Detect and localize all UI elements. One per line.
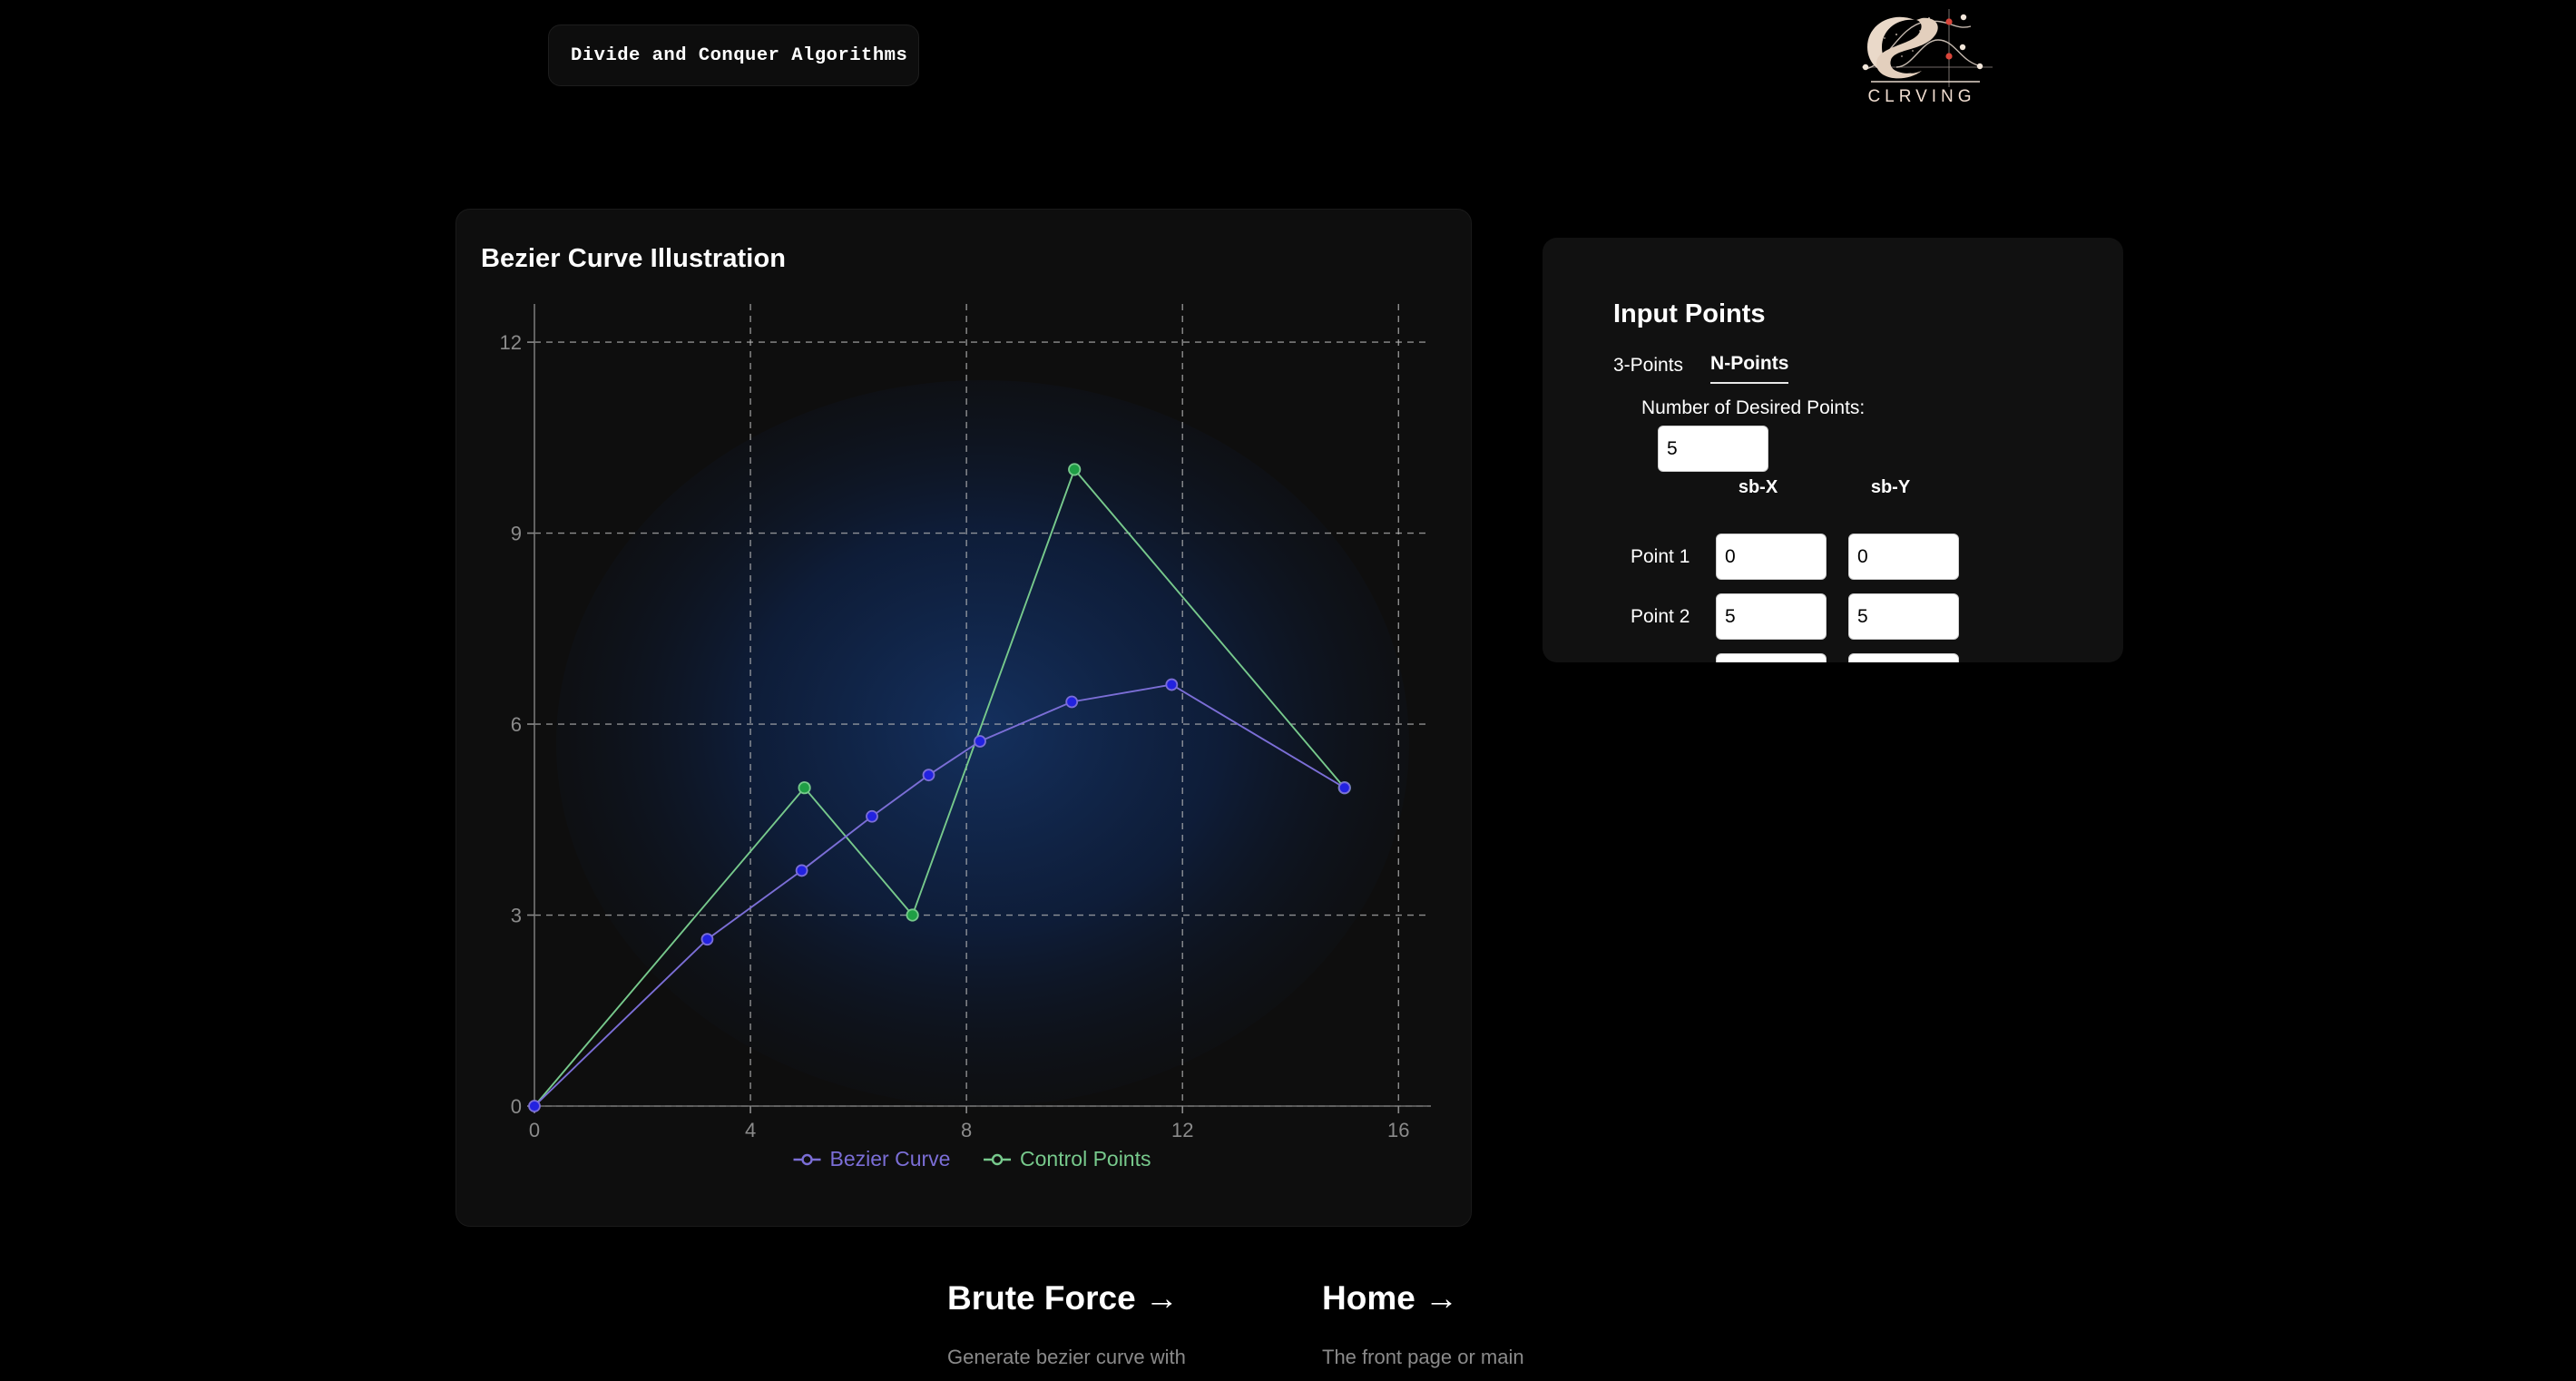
chart-svg: 0 3 6 9 12 0 4 8 12 16 Bezier Curve Control Points xyxy=(475,289,1455,1206)
svg-text:6: 6 xyxy=(511,713,522,736)
input-mode-tabs: 3-Points N-Points xyxy=(1613,353,1788,384)
tab-3-points[interactable]: 3-Points xyxy=(1613,355,1683,384)
point-1-y-input[interactable] xyxy=(1848,534,1959,580)
chart-card: Bezier Curve Illustration 0 3 6 9 12 0 4 8 12 16 … xyxy=(455,209,1472,1227)
footer-link-subtitle: Generate bezier curve with xyxy=(947,1346,1186,1369)
footer-link-title: Brute Force → xyxy=(947,1279,1186,1317)
point-3-y-input[interactable] xyxy=(1848,653,1959,662)
page-title-text: Divide and Conquer Algorithms xyxy=(571,45,907,66)
logo-wordmark: CLRVING xyxy=(1842,87,2002,107)
num-points-field-wrap xyxy=(1658,426,1768,472)
point-2-y-input[interactable] xyxy=(1848,593,1959,640)
footer-link-brute-force[interactable]: Brute Force → Generate bezier curve with xyxy=(947,1279,1186,1369)
point-y-wrap xyxy=(1848,534,1959,580)
point-x-wrap xyxy=(1716,534,1827,580)
point-row: Point 1 xyxy=(1543,534,2123,580)
svg-text:12: 12 xyxy=(1171,1119,1193,1141)
svg-text:Bezier Curve: Bezier Curve xyxy=(830,1147,951,1170)
brand-logo[interactable]: CLRVING xyxy=(1842,4,2002,118)
num-points-label: Number of Desired Points: xyxy=(1641,397,1865,419)
num-points-input[interactable] xyxy=(1658,426,1768,472)
point-3-x-input[interactable] xyxy=(1716,653,1827,662)
chart-title: Bezier Curve Illustration xyxy=(481,244,786,274)
page-title-badge: Divide and Conquer Algorithms xyxy=(548,24,919,86)
point-1-x-input[interactable] xyxy=(1716,534,1827,580)
svg-text:9: 9 xyxy=(511,523,522,545)
bezier-chart[interactable]: 0 3 6 9 12 0 4 8 12 16 Bezier Curve Control Points xyxy=(475,289,1455,1206)
input-panel-title: Input Points xyxy=(1613,299,1766,329)
column-header-x: sb-X xyxy=(1710,477,1806,498)
point-x-wrap xyxy=(1716,593,1827,640)
svg-text:0: 0 xyxy=(529,1119,540,1141)
point-y-wrap xyxy=(1848,593,1959,640)
svg-text:Control Points: Control Points xyxy=(1020,1147,1151,1170)
point-row: Point 3 xyxy=(1543,653,2123,662)
svg-text:12: 12 xyxy=(500,331,522,354)
page-root: Divide and Conquer Algorithms xyxy=(0,0,2576,1381)
footer-link-home[interactable]: Home → The front page or main xyxy=(1322,1279,1524,1369)
point-x-wrap xyxy=(1716,653,1827,662)
footer-link-title: Home → xyxy=(1322,1279,1524,1317)
point-label: Point 2 xyxy=(1631,593,1709,640)
logo-mark-icon xyxy=(1842,4,2002,94)
point-2-x-input[interactable] xyxy=(1716,593,1827,640)
point-label: Point 3 xyxy=(1631,653,1709,662)
svg-text:16: 16 xyxy=(1387,1119,1409,1141)
svg-text:0: 0 xyxy=(511,1095,522,1118)
point-label: Point 1 xyxy=(1631,534,1709,580)
point-y-wrap xyxy=(1848,653,1959,662)
column-header-y: sb-Y xyxy=(1843,477,1938,498)
svg-text:8: 8 xyxy=(961,1119,972,1141)
input-points-panel: Input Points 3-Points N-Points Number of… xyxy=(1543,238,2123,662)
footer-link-subtitle: The front page or main xyxy=(1322,1346,1524,1369)
point-row: Point 2 xyxy=(1543,593,2123,640)
svg-text:3: 3 xyxy=(511,905,522,927)
svg-text:4: 4 xyxy=(745,1119,756,1141)
tab-n-points[interactable]: N-Points xyxy=(1710,353,1788,384)
